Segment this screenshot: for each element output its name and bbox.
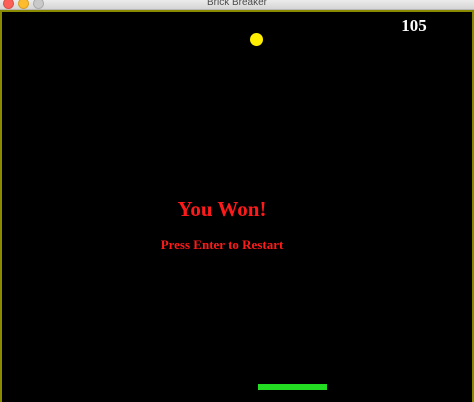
ball [250,33,263,46]
game-window: Brick Breaker 105 You Won! Press Enter t… [0,0,474,402]
restart-prompt: Press Enter to Restart [160,237,284,252]
win-message: You Won! [177,197,267,221]
title-bar: Brick Breaker [0,0,474,10]
score-display: 105 [401,16,427,35]
game-canvas[interactable]: 105 You Won! Press Enter to Restart [0,10,474,402]
paddle[interactable] [258,384,327,390]
window-title: Brick Breaker [206,0,267,8]
